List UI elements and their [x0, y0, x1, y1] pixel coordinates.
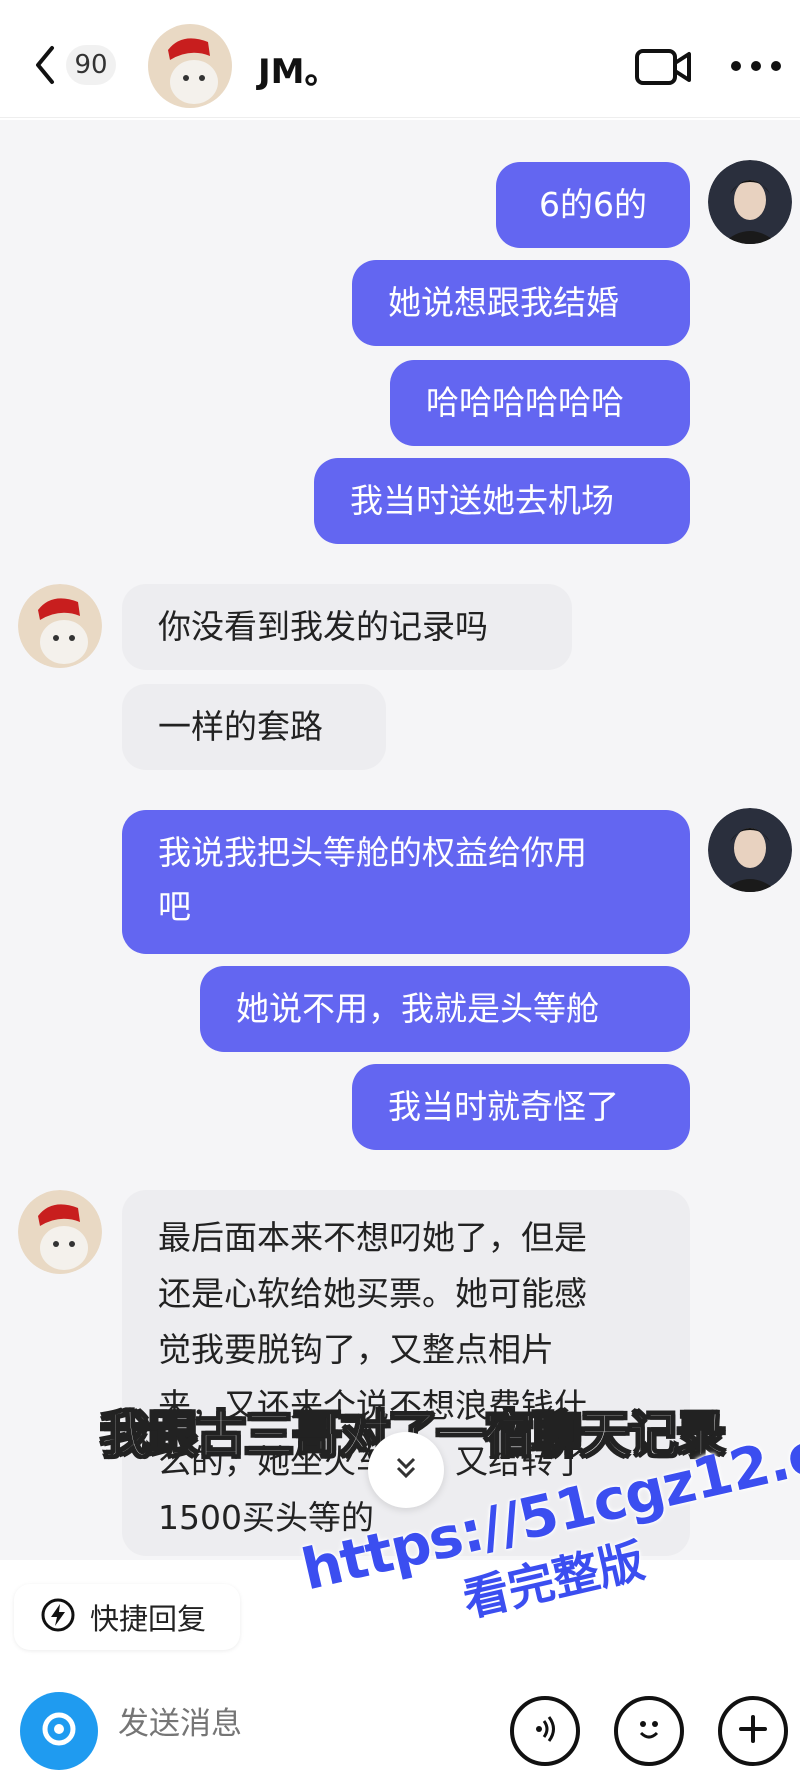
voice-icon [525, 1709, 565, 1753]
message-bubble-incoming[interactable]: 你没看到我发的记录吗 [122, 584, 572, 670]
voice-button[interactable] [510, 1696, 580, 1766]
more-options-button[interactable] [718, 1696, 788, 1766]
message-bubble-outgoing[interactable]: 哈哈哈哈哈哈 [390, 360, 690, 446]
message-bubble-outgoing[interactable]: 6的6的 [496, 162, 690, 248]
message-bubble-outgoing[interactable]: 她说不用，我就是头等舱 [200, 966, 690, 1052]
quick-reply-button[interactable]: 快捷回复 [14, 1584, 240, 1650]
double-chevron-down-icon [391, 1453, 421, 1487]
message-bubble-outgoing[interactable]: 我当时就奇怪了 [352, 1064, 690, 1150]
self-avatar[interactable] [708, 808, 792, 892]
unread-count-badge[interactable]: 90 [66, 45, 116, 85]
self-avatar[interactable] [708, 160, 792, 244]
message-bubble-outgoing[interactable]: 她说想跟我结婚 [352, 260, 690, 346]
message-bubble-incoming[interactable]: 一样的套路 [122, 684, 386, 770]
chat-header: 90 JM。 [0, 0, 800, 118]
back-chevron-icon[interactable] [30, 42, 60, 88]
contact-avatar[interactable] [148, 24, 232, 108]
plus-icon [733, 1709, 773, 1753]
message-bubble-outgoing[interactable]: 我当时送她去机场 [314, 458, 690, 544]
lightning-icon [40, 1597, 76, 1637]
quick-reply-label: 快捷回复 [90, 1602, 207, 1636]
emoji-button[interactable] [614, 1696, 684, 1766]
contact-avatar[interactable] [18, 1190, 102, 1274]
emoji-icon [629, 1709, 669, 1753]
video-call-icon[interactable] [634, 46, 692, 88]
camera-icon [37, 1707, 81, 1755]
contact-name: JM。 [258, 52, 339, 92]
scroll-to-bottom-button[interactable] [368, 1432, 444, 1508]
camera-button[interactable] [20, 1692, 98, 1770]
contact-avatar[interactable] [18, 584, 102, 668]
more-dots-icon[interactable] [728, 56, 784, 76]
message-bubble-outgoing[interactable]: 我说我把头等舱的权益给你用 吧 [122, 810, 690, 954]
